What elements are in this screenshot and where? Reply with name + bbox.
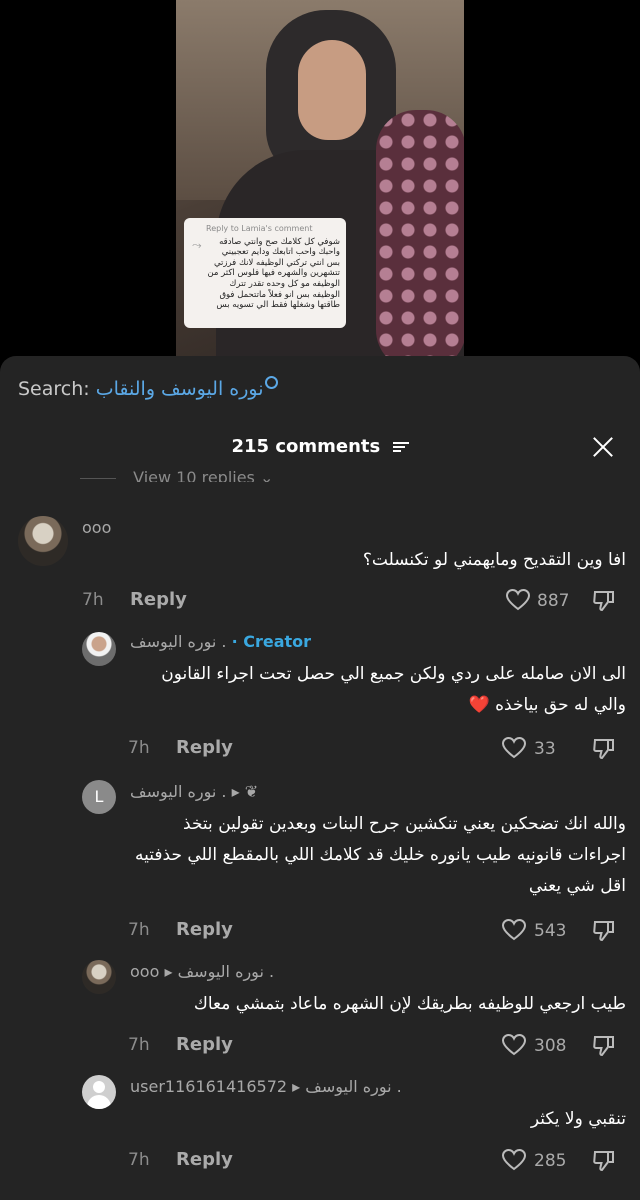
reply-to-name[interactable]: نوره اليوسف . — [305, 1077, 401, 1096]
chevron-down-icon: ⌄ — [259, 468, 274, 482]
comment-author[interactable]: ooo — [130, 962, 159, 981]
comment-author-row: نوره اليوسف . · Creator — [130, 632, 311, 651]
video-person-scarf — [376, 110, 464, 370]
view-replies-label: View 10 replies — [133, 468, 255, 482]
reply-card-text: شوفي كل كلامك صح وانتي صادقه واحبك واحب … — [207, 236, 340, 311]
reply-button[interactable]: Reply — [176, 1149, 233, 1170]
divider — [80, 478, 116, 479]
comment-text: والله انك تضحكين يعني تنكشين جرح البنات … — [135, 814, 626, 896]
view-replies-link[interactable]: View 10 replies ⌄ — [80, 468, 273, 482]
comment-author[interactable]: نوره اليوسف . — [130, 782, 226, 801]
reply-card-title: Reply to Lamia's comment — [206, 224, 313, 233]
pin-icon: ❦ — [244, 782, 259, 801]
comment-text: تنقبي ولا يكثر — [530, 1109, 626, 1129]
avatar[interactable] — [82, 960, 116, 994]
comment-author[interactable]: ooo — [82, 518, 111, 537]
heart-icon[interactable] — [506, 589, 530, 611]
comment-text: افا وين التقديح ومايهمني لو تكنسلت؟ — [362, 550, 626, 570]
video-person-face — [298, 40, 366, 140]
search-icon — [264, 376, 278, 389]
close-icon[interactable] — [590, 434, 616, 460]
comment-author[interactable]: user116161416572 — [130, 1077, 287, 1096]
search-query[interactable]: نوره اليوسف والنقاب — [96, 378, 264, 400]
reply-to-name[interactable]: نوره اليوسف . — [178, 962, 274, 981]
comment-text: الى الان صامله على ردي ولكن جميع الي حصل… — [161, 664, 626, 715]
reply-button[interactable]: Reply — [176, 919, 233, 940]
like-count: 285 — [534, 1151, 567, 1171]
like-count: 543 — [534, 921, 567, 941]
avatar[interactable] — [82, 1075, 116, 1109]
dislike-icon[interactable] — [592, 918, 616, 942]
comment-author-row: نوره اليوسف . ▸ ❦ — [130, 782, 258, 801]
play-icon: ▸ — [292, 1077, 301, 1096]
reply-button[interactable]: Reply — [130, 589, 187, 610]
heart-icon[interactable] — [502, 737, 526, 759]
comments-count: 215 comments — [231, 436, 381, 457]
avatar[interactable] — [82, 632, 116, 666]
comment-text: طيب ارجعي للوظيفه بطريقك لإن الشهره ماعا… — [193, 994, 626, 1014]
heart-icon[interactable] — [502, 1034, 526, 1056]
avatar[interactable] — [18, 516, 68, 566]
dislike-icon[interactable] — [592, 736, 616, 760]
like-count: 308 — [534, 1036, 567, 1056]
comment-author-row: ooo ▸ نوره اليوسف . — [130, 962, 274, 981]
avatar[interactable]: L — [82, 780, 116, 814]
heart-icon[interactable] — [502, 919, 526, 941]
play-icon: ▸ — [164, 962, 173, 981]
comments-sheet: Search: نوره اليوسف والنقاب 215 comments… — [0, 356, 640, 1200]
comment-author[interactable]: نوره اليوسف . — [130, 632, 226, 651]
comment-time: 7h — [128, 1035, 150, 1055]
like-count: 33 — [534, 739, 556, 759]
dislike-icon[interactable] — [592, 588, 616, 612]
reply-button[interactable]: Reply — [176, 737, 233, 758]
filter-icon[interactable] — [392, 441, 409, 453]
reply-button[interactable]: Reply — [176, 1034, 233, 1055]
heart-icon[interactable] — [502, 1149, 526, 1171]
comment-author-row: user116161416572 ▸ نوره اليوسف . — [130, 1077, 402, 1096]
play-icon: ▸ — [231, 782, 240, 801]
dislike-icon[interactable] — [592, 1033, 616, 1057]
search-label: Search: — [18, 378, 90, 400]
comment-time: 7h — [128, 920, 150, 940]
comments-header: 215 comments — [0, 436, 640, 457]
comment-time: 7h — [128, 1150, 150, 1170]
creator-badge: · Creator — [231, 632, 312, 651]
video-frame[interactable]: Reply to Lamia's comment ⤳ شوفي كل كلامك… — [176, 0, 464, 372]
like-count: 887 — [537, 591, 570, 611]
comment-time: 7h — [128, 738, 150, 758]
reply-card: Reply to Lamia's comment ⤳ شوفي كل كلامك… — [184, 218, 346, 328]
comment-time: 7h — [82, 590, 104, 610]
search-suggestion[interactable]: Search: نوره اليوسف والنقاب — [18, 376, 278, 400]
quote-icon: ⤳ — [192, 238, 202, 252]
dislike-icon[interactable] — [592, 1148, 616, 1172]
